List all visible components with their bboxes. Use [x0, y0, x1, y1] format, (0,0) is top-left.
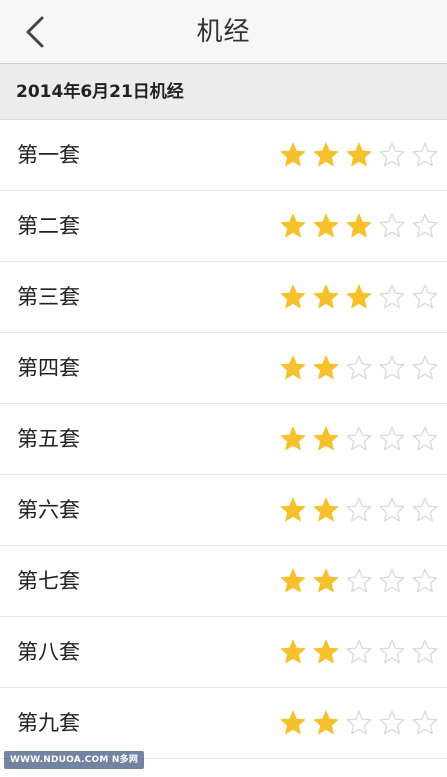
star-empty-icon	[346, 426, 372, 451]
set-label: 第九套	[17, 711, 80, 735]
star-rating	[274, 425, 439, 453]
set-label: 第六套	[17, 498, 80, 522]
star-empty-icon	[346, 355, 372, 380]
star-rating	[274, 638, 439, 666]
star-filled-icon	[313, 426, 339, 451]
page-title: 机经	[196, 17, 251, 47]
set-list: 第一套第二套第三套第四套第五套第六套第七套第八套第九套	[0, 120, 447, 759]
star-filled-icon	[313, 497, 339, 522]
star-rating	[274, 354, 439, 382]
set-label: 第一套	[17, 143, 80, 167]
star-filled-icon	[280, 355, 306, 380]
star-filled-icon	[313, 284, 339, 309]
star-empty-icon	[412, 639, 438, 664]
set-label: 第四套	[17, 356, 80, 380]
star-filled-icon	[280, 213, 306, 238]
list-item[interactable]: 第四套	[0, 333, 447, 404]
star-empty-icon	[379, 497, 405, 522]
star-empty-icon	[379, 213, 405, 238]
chevron-left-icon[interactable]	[18, 14, 54, 50]
star-filled-icon	[280, 426, 306, 451]
set-label: 第七套	[17, 569, 80, 593]
star-empty-icon	[346, 710, 372, 735]
list-item[interactable]: 第一套	[0, 120, 447, 191]
star-filled-icon	[346, 284, 372, 309]
star-filled-icon	[346, 213, 372, 238]
star-empty-icon	[412, 355, 438, 380]
star-empty-icon	[379, 710, 405, 735]
star-rating	[274, 141, 439, 169]
star-empty-icon	[379, 426, 405, 451]
star-rating	[274, 283, 439, 311]
star-filled-icon	[280, 568, 306, 593]
list-item[interactable]: 第六套	[0, 475, 447, 546]
set-label: 第二套	[17, 214, 80, 238]
star-rating	[274, 212, 439, 240]
star-filled-icon	[313, 710, 339, 735]
star-filled-icon	[280, 710, 306, 735]
star-filled-icon	[313, 213, 339, 238]
star-empty-icon	[412, 497, 438, 522]
star-empty-icon	[379, 355, 405, 380]
star-filled-icon	[280, 142, 306, 167]
star-filled-icon	[280, 639, 306, 664]
star-filled-icon	[346, 142, 372, 167]
star-empty-icon	[379, 284, 405, 309]
set-label: 第三套	[17, 285, 80, 309]
star-empty-icon	[412, 213, 438, 238]
watermark: WWW.NDUOA.COM N多网	[4, 751, 145, 769]
set-label: 第五套	[17, 427, 80, 451]
star-empty-icon	[412, 284, 438, 309]
star-empty-icon	[346, 497, 372, 522]
star-filled-icon	[313, 639, 339, 664]
star-empty-icon	[346, 568, 372, 593]
star-empty-icon	[346, 639, 372, 664]
star-filled-icon	[313, 142, 339, 167]
star-empty-icon	[379, 639, 405, 664]
star-empty-icon	[379, 142, 405, 167]
star-empty-icon	[412, 142, 438, 167]
list-item[interactable]: 第二套	[0, 191, 447, 262]
star-empty-icon	[379, 568, 405, 593]
list-item[interactable]: 第九套	[0, 688, 447, 759]
star-filled-icon	[313, 355, 339, 380]
star-filled-icon	[313, 568, 339, 593]
star-empty-icon	[412, 568, 438, 593]
star-rating	[274, 709, 439, 737]
star-filled-icon	[280, 284, 306, 309]
list-item[interactable]: 第七套	[0, 546, 447, 617]
set-label: 第八套	[17, 640, 80, 664]
list-item[interactable]: 第五套	[0, 404, 447, 475]
star-empty-icon	[412, 426, 438, 451]
list-item[interactable]: 第三套	[0, 262, 447, 333]
star-rating	[274, 567, 439, 595]
star-empty-icon	[412, 710, 438, 735]
star-rating	[274, 496, 439, 524]
star-filled-icon	[280, 497, 306, 522]
section-header: 2014年6月21日机经	[0, 64, 447, 120]
list-item[interactable]: 第八套	[0, 617, 447, 688]
navigation-bar: 机经	[0, 0, 447, 64]
